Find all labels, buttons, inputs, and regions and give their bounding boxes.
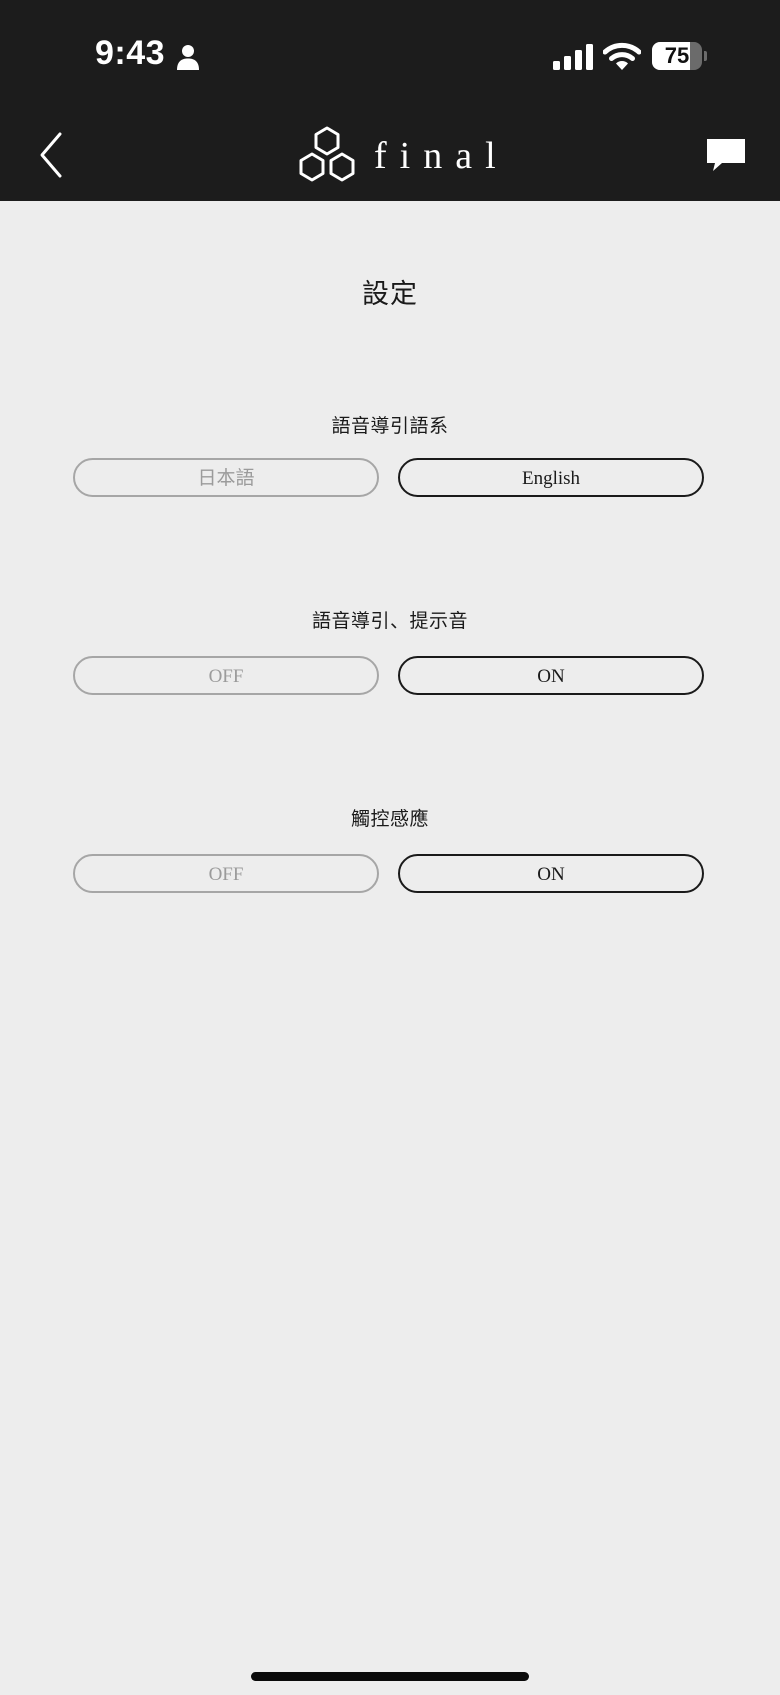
chat-button[interactable] bbox=[704, 136, 748, 174]
battery-icon: 75 bbox=[652, 42, 707, 70]
touch-control-off-button[interactable]: OFF bbox=[73, 854, 379, 893]
battery-percent: 75 bbox=[664, 43, 690, 68]
home-indicator[interactable] bbox=[251, 1672, 529, 1681]
chevron-left-icon bbox=[40, 132, 62, 178]
option-english-button[interactable]: English bbox=[398, 458, 704, 497]
app-header: 9:43 75 final bbox=[0, 0, 780, 201]
voice-prompt-off-button[interactable]: OFF bbox=[73, 656, 379, 695]
hexagon-cluster-logo bbox=[299, 126, 355, 182]
section-label-voice-prompt: 語音導引、提示音 bbox=[311, 611, 468, 632]
back-button[interactable] bbox=[30, 128, 74, 182]
touch-control-on-button[interactable]: ON bbox=[398, 854, 704, 893]
logo-wordmark: final bbox=[374, 135, 509, 177]
section-label-voice-language: 語音導引語系 bbox=[331, 416, 449, 437]
section-label-touch-control: 觸控感應 bbox=[350, 809, 429, 830]
cellular-signal-icon bbox=[553, 44, 593, 70]
status-time: 9:43 bbox=[95, 34, 166, 72]
voice-prompt-on-button[interactable]: ON bbox=[398, 656, 704, 695]
person-icon bbox=[177, 45, 199, 70]
chat-bubble-icon bbox=[707, 139, 745, 171]
brand-logo: final bbox=[296, 126, 496, 188]
page-title: 設定 bbox=[362, 279, 418, 309]
wifi-icon bbox=[603, 42, 641, 70]
option-japanese-button[interactable]: 日本語 bbox=[73, 458, 379, 497]
